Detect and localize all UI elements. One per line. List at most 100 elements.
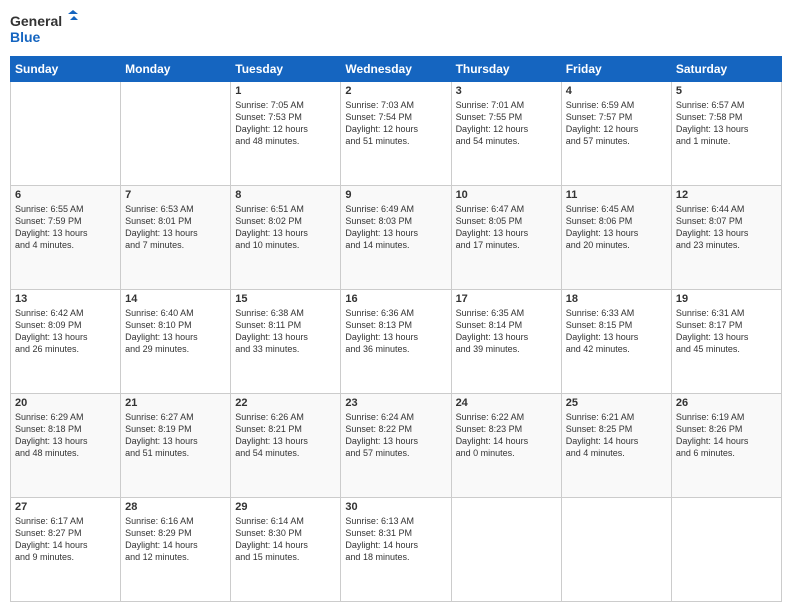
svg-text:Blue: Blue bbox=[10, 29, 41, 45]
day-number: 21 bbox=[125, 397, 226, 409]
svg-text:General: General bbox=[10, 13, 62, 29]
day-number: 7 bbox=[125, 189, 226, 201]
calendar-cell: 25 Sunrise: 6:21 AM Sunset: 8:25 PM Dayli… bbox=[561, 394, 671, 498]
day-info: Sunrise: 6:59 AM Sunset: 7:57 PM Dayligh… bbox=[566, 99, 667, 148]
day-info: Sunrise: 6:21 AM Sunset: 8:25 PM Dayligh… bbox=[566, 411, 667, 460]
day-number: 19 bbox=[676, 293, 777, 305]
calendar-cell: 7 Sunrise: 6:53 AM Sunset: 8:01 PM Daylig… bbox=[121, 186, 231, 290]
calendar-cell: 4 Sunrise: 6:59 AM Sunset: 7:57 PM Daylig… bbox=[561, 82, 671, 186]
day-number: 16 bbox=[345, 293, 446, 305]
day-info: Sunrise: 6:40 AM Sunset: 8:10 PM Dayligh… bbox=[125, 307, 226, 356]
calendar-cell: 14 Sunrise: 6:40 AM Sunset: 8:10 PM Dayli… bbox=[121, 290, 231, 394]
logo-svg: General Blue bbox=[10, 10, 80, 48]
weekday-header-wednesday: Wednesday bbox=[341, 57, 451, 82]
day-number: 30 bbox=[345, 501, 446, 513]
day-number: 25 bbox=[566, 397, 667, 409]
day-number: 18 bbox=[566, 293, 667, 305]
calendar-cell: 10 Sunrise: 6:47 AM Sunset: 8:05 PM Dayli… bbox=[451, 186, 561, 290]
calendar-cell: 9Sunrise: 6:49 AM Sunset: 8:03 PM Daylig… bbox=[341, 186, 451, 290]
calendar-cell: 22 Sunrise: 6:26 AM Sunset: 8:21 PM Dayli… bbox=[231, 394, 341, 498]
day-info: Sunrise: 6:51 AM Sunset: 8:02 PM Dayligh… bbox=[235, 203, 336, 252]
day-number: 11 bbox=[566, 189, 667, 201]
weekday-header-sunday: Sunday bbox=[11, 57, 121, 82]
calendar-week-5: 27 Sunrise: 6:17 AM Sunset: 8:27 PM Dayli… bbox=[11, 498, 782, 602]
calendar-cell: 13 Sunrise: 6:42 AM Sunset: 8:09 PM Dayli… bbox=[11, 290, 121, 394]
day-info: Sunrise: 6:36 AM Sunset: 8:13 PM Dayligh… bbox=[345, 307, 446, 356]
calendar-cell: 11 Sunrise: 6:45 AM Sunset: 8:06 PM Dayli… bbox=[561, 186, 671, 290]
day-info: Sunrise: 6:26 AM Sunset: 8:21 PM Dayligh… bbox=[235, 411, 336, 460]
calendar-cell: 18 Sunrise: 6:33 AM Sunset: 8:15 PM Dayli… bbox=[561, 290, 671, 394]
logo: General Blue bbox=[10, 10, 80, 48]
day-number: 27 bbox=[15, 501, 116, 513]
calendar-cell: 26 Sunrise: 6:19 AM Sunset: 8:26 PM Dayli… bbox=[671, 394, 781, 498]
day-info: Sunrise: 6:17 AM Sunset: 8:27 PM Dayligh… bbox=[15, 515, 116, 564]
weekday-header-saturday: Saturday bbox=[671, 57, 781, 82]
day-number: 15 bbox=[235, 293, 336, 305]
calendar-week-2: 6Sunrise: 6:55 AM Sunset: 7:59 PM Daylig… bbox=[11, 186, 782, 290]
day-info: Sunrise: 6:22 AM Sunset: 8:23 PM Dayligh… bbox=[456, 411, 557, 460]
calendar-cell bbox=[121, 82, 231, 186]
day-info: Sunrise: 6:35 AM Sunset: 8:14 PM Dayligh… bbox=[456, 307, 557, 356]
day-info: Sunrise: 6:13 AM Sunset: 8:31 PM Dayligh… bbox=[345, 515, 446, 564]
day-number: 1 bbox=[235, 85, 336, 97]
calendar-cell: 17 Sunrise: 6:35 AM Sunset: 8:14 PM Dayli… bbox=[451, 290, 561, 394]
day-number: 13 bbox=[15, 293, 116, 305]
day-info: Sunrise: 6:27 AM Sunset: 8:19 PM Dayligh… bbox=[125, 411, 226, 460]
day-number: 20 bbox=[15, 397, 116, 409]
calendar-cell bbox=[11, 82, 121, 186]
calendar-cell: 6Sunrise: 6:55 AM Sunset: 7:59 PM Daylig… bbox=[11, 186, 121, 290]
calendar-cell: 19 Sunrise: 6:31 AM Sunset: 8:17 PM Dayli… bbox=[671, 290, 781, 394]
calendar-cell bbox=[451, 498, 561, 602]
day-info: Sunrise: 6:31 AM Sunset: 8:17 PM Dayligh… bbox=[676, 307, 777, 356]
day-info: Sunrise: 6:42 AM Sunset: 8:09 PM Dayligh… bbox=[15, 307, 116, 356]
weekday-header-tuesday: Tuesday bbox=[231, 57, 341, 82]
day-info: Sunrise: 6:47 AM Sunset: 8:05 PM Dayligh… bbox=[456, 203, 557, 252]
day-info: Sunrise: 6:49 AM Sunset: 8:03 PM Dayligh… bbox=[345, 203, 446, 252]
day-info: Sunrise: 6:14 AM Sunset: 8:30 PM Dayligh… bbox=[235, 515, 336, 564]
day-number: 24 bbox=[456, 397, 557, 409]
day-info: Sunrise: 6:38 AM Sunset: 8:11 PM Dayligh… bbox=[235, 307, 336, 356]
calendar-cell: 15 Sunrise: 6:38 AM Sunset: 8:11 PM Dayli… bbox=[231, 290, 341, 394]
day-number: 12 bbox=[676, 189, 777, 201]
calendar-cell: 30 Sunrise: 6:13 AM Sunset: 8:31 PM Dayli… bbox=[341, 498, 451, 602]
day-number: 5 bbox=[676, 85, 777, 97]
day-info: Sunrise: 6:44 AM Sunset: 8:07 PM Dayligh… bbox=[676, 203, 777, 252]
day-number: 17 bbox=[456, 293, 557, 305]
day-number: 2 bbox=[345, 85, 446, 97]
day-number: 29 bbox=[235, 501, 336, 513]
calendar-cell: 28 Sunrise: 6:16 AM Sunset: 8:29 PM Dayli… bbox=[121, 498, 231, 602]
day-info: Sunrise: 6:16 AM Sunset: 8:29 PM Dayligh… bbox=[125, 515, 226, 564]
header: General Blue bbox=[10, 10, 782, 48]
day-number: 14 bbox=[125, 293, 226, 305]
day-number: 26 bbox=[676, 397, 777, 409]
day-info: Sunrise: 6:57 AM Sunset: 7:58 PM Dayligh… bbox=[676, 99, 777, 148]
calendar-cell: 24 Sunrise: 6:22 AM Sunset: 8:23 PM Dayli… bbox=[451, 394, 561, 498]
day-info: Sunrise: 7:03 AM Sunset: 7:54 PM Dayligh… bbox=[345, 99, 446, 148]
calendar-cell bbox=[671, 498, 781, 602]
day-info: Sunrise: 6:53 AM Sunset: 8:01 PM Dayligh… bbox=[125, 203, 226, 252]
calendar-cell: 1 Sunrise: 7:05 AM Sunset: 7:53 PM Daylig… bbox=[231, 82, 341, 186]
day-info: Sunrise: 6:19 AM Sunset: 8:26 PM Dayligh… bbox=[676, 411, 777, 460]
day-number: 4 bbox=[566, 85, 667, 97]
day-info: Sunrise: 6:45 AM Sunset: 8:06 PM Dayligh… bbox=[566, 203, 667, 252]
weekday-header-monday: Monday bbox=[121, 57, 231, 82]
day-info: Sunrise: 6:55 AM Sunset: 7:59 PM Dayligh… bbox=[15, 203, 116, 252]
calendar-cell: 27 Sunrise: 6:17 AM Sunset: 8:27 PM Dayli… bbox=[11, 498, 121, 602]
calendar-cell: 20 Sunrise: 6:29 AM Sunset: 8:18 PM Dayli… bbox=[11, 394, 121, 498]
weekday-header-thursday: Thursday bbox=[451, 57, 561, 82]
calendar-cell: 16 Sunrise: 6:36 AM Sunset: 8:13 PM Dayli… bbox=[341, 290, 451, 394]
day-info: Sunrise: 6:29 AM Sunset: 8:18 PM Dayligh… bbox=[15, 411, 116, 460]
day-number: 22 bbox=[235, 397, 336, 409]
calendar-table: SundayMondayTuesdayWednesdayThursdayFrid… bbox=[10, 56, 782, 602]
day-number: 10 bbox=[456, 189, 557, 201]
page: General Blue SundayMondayTuesdayWednesda… bbox=[0, 0, 792, 612]
day-info: Sunrise: 6:33 AM Sunset: 8:15 PM Dayligh… bbox=[566, 307, 667, 356]
day-number: 28 bbox=[125, 501, 226, 513]
day-number: 3 bbox=[456, 85, 557, 97]
calendar-cell bbox=[561, 498, 671, 602]
weekday-header-friday: Friday bbox=[561, 57, 671, 82]
calendar-cell: 12 Sunrise: 6:44 AM Sunset: 8:07 PM Dayli… bbox=[671, 186, 781, 290]
calendar-cell: 8Sunrise: 6:51 AM Sunset: 8:02 PM Daylig… bbox=[231, 186, 341, 290]
weekday-header-row: SundayMondayTuesdayWednesdayThursdayFrid… bbox=[11, 57, 782, 82]
day-info: Sunrise: 7:05 AM Sunset: 7:53 PM Dayligh… bbox=[235, 99, 336, 148]
